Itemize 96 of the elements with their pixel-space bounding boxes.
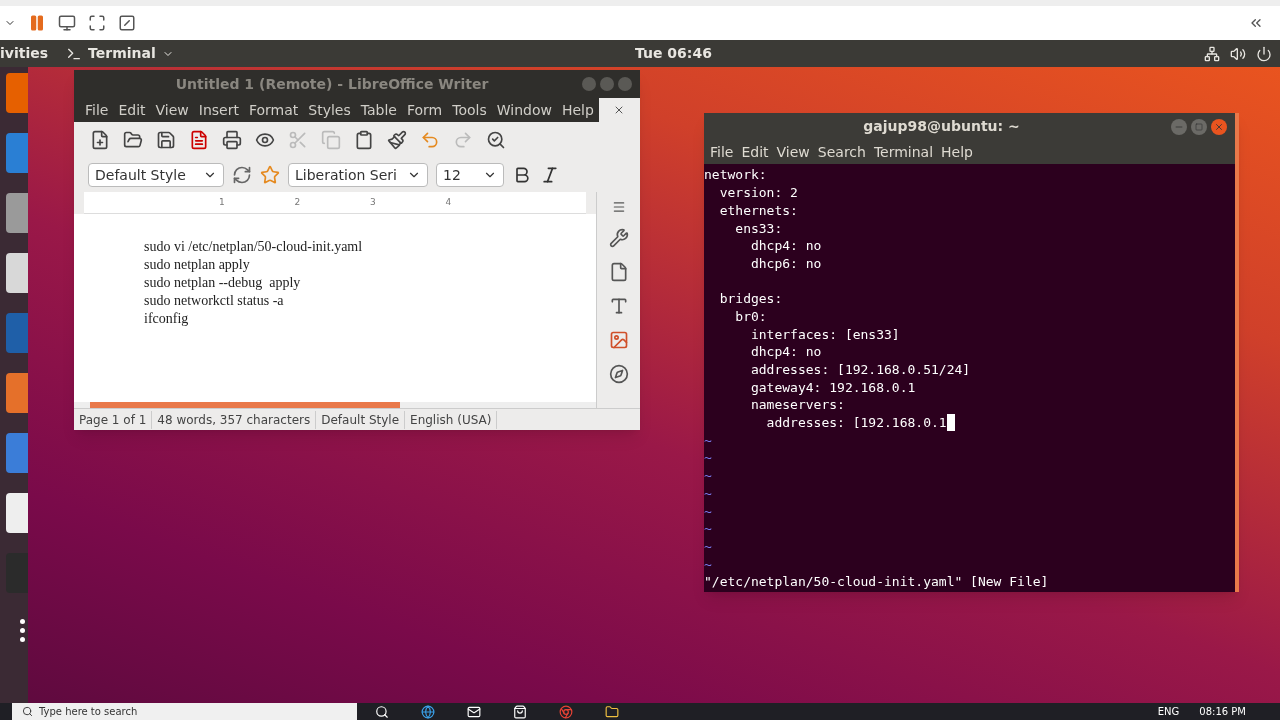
- document-line: sudo networkctl status -a: [144, 292, 285, 310]
- ruler-number: 3: [369, 195, 376, 209]
- app-grid-icon[interactable]: [20, 619, 25, 642]
- terminal-line: ~: [704, 520, 712, 538]
- status-text: 48 words, 357 characters: [152, 410, 317, 429]
- navigator-icon[interactable]: [608, 364, 629, 384]
- terminal-line: dhcp6: no: [749, 254, 822, 273]
- italic-icon[interactable]: [540, 165, 560, 185]
- preview-icon[interactable]: [255, 130, 275, 150]
- window-title: Untitled 1 (Remote) - LibreOffice Writer: [174, 74, 490, 94]
- properties-icon[interactable]: [608, 228, 629, 248]
- send-keys-icon[interactable]: [58, 14, 76, 32]
- menu-item[interactable]: View: [150, 99, 194, 121]
- document-line: sudo netplan --debug apply: [144, 274, 302, 292]
- search-icon: [22, 706, 33, 717]
- volume-icon[interactable]: [1230, 45, 1246, 62]
- terminal-line: ethernets:: [718, 201, 798, 220]
- store-icon[interactable]: [513, 704, 527, 719]
- gallery-icon[interactable]: [608, 330, 629, 350]
- status-line: "/etc/netplan/50-cloud-init.yaml" [New File]: [704, 573, 1050, 592]
- menu-item[interactable]: Search: [813, 142, 870, 164]
- sidebar-menu-icon[interactable]: [611, 200, 626, 214]
- terminal-line: ens33:: [734, 219, 783, 238]
- terminal-line: ~: [704, 555, 712, 574]
- menu-item[interactable]: Tools: [447, 99, 492, 121]
- document-line: ifconfig: [144, 310, 190, 328]
- menu-item[interactable]: Terminal: [869, 142, 938, 164]
- menu-item[interactable]: Edit: [737, 142, 773, 164]
- status-text: English (USA): [405, 410, 498, 429]
- menu-item[interactable]: Styles: [303, 99, 356, 121]
- terminal-line: ~: [704, 449, 712, 468]
- update-style-icon[interactable]: [232, 165, 252, 185]
- document-line: sudo netplan apply: [144, 256, 251, 274]
- chrome-icon[interactable]: [559, 704, 573, 719]
- taskbar-clock: 08:16 PM: [1199, 705, 1246, 719]
- unity-icon[interactable]: [118, 14, 136, 32]
- maximize-icon: [1195, 122, 1203, 131]
- terminal-line: ~: [704, 502, 712, 521]
- paste-icon[interactable]: [354, 130, 374, 150]
- search-icon[interactable]: [375, 704, 389, 719]
- activities-button[interactable]: ivities: [0, 43, 67, 64]
- terminal-line: dhcp4: no: [749, 237, 822, 255]
- printer-icon[interactable]: [222, 130, 242, 150]
- terminal-line: gateway4: 192.168.0.1: [749, 378, 916, 397]
- fullscreen-icon[interactable]: [88, 14, 106, 32]
- menu-item[interactable]: Table: [355, 99, 402, 121]
- open-folder-icon[interactable]: [123, 130, 143, 150]
- app-menu[interactable]: Terminal: [66, 43, 174, 64]
- terminal-line: addresses: [192.168.0.51/24]: [749, 361, 971, 379]
- save-icon[interactable]: [156, 130, 176, 150]
- close-icon: [1214, 121, 1224, 132]
- search-field[interactable]: Type here to search: [12, 703, 357, 720]
- font-size-dropdown[interactable]: 12: [436, 163, 504, 187]
- terminal-line: interfaces: [ens33]: [749, 325, 900, 344]
- close-button[interactable]: [1211, 118, 1227, 135]
- new-document-icon[interactable]: [90, 130, 110, 150]
- scrollbar-thumb[interactable]: [90, 402, 400, 408]
- menu-item[interactable]: Window: [491, 99, 557, 121]
- menu-item[interactable]: View: [772, 142, 814, 164]
- terminal-line: ~: [704, 484, 712, 503]
- ruler-number: 1: [218, 195, 225, 209]
- brush-icon[interactable]: [387, 130, 407, 150]
- spellcheck-icon[interactable]: [486, 130, 506, 150]
- terminal-line: dhcp4: no: [749, 343, 822, 362]
- menu-item[interactable]: File: [80, 99, 114, 121]
- terminal-line: ~: [704, 467, 712, 485]
- terminal-line: nameservers:: [749, 396, 845, 415]
- menu-item[interactable]: Edit: [113, 99, 151, 121]
- font-name-dropdown[interactable]: Liberation Seri: [288, 163, 428, 187]
- clock: Tue 06:46: [635, 44, 712, 63]
- pdf-icon[interactable]: [189, 130, 209, 150]
- menu-item[interactable]: Form: [401, 99, 448, 121]
- terminal-line: ~: [704, 431, 712, 450]
- status-text: Page 1 of 1: [74, 410, 153, 429]
- window-title: gajup98@ubuntu: ~: [862, 117, 1021, 137]
- menu-item[interactable]: Help: [556, 99, 599, 121]
- menu-item[interactable]: Help: [937, 142, 977, 164]
- ruler-number: 2: [294, 195, 301, 209]
- status-text: Default Style: [316, 410, 406, 429]
- network-icon[interactable]: [1204, 45, 1220, 62]
- language-indicator[interactable]: ENG: [1157, 704, 1180, 719]
- menu-item[interactable]: Insert: [193, 99, 244, 121]
- terminal-line: br0:: [734, 308, 767, 326]
- menu-item[interactable]: Format: [243, 99, 304, 121]
- menu-item[interactable]: File: [706, 142, 738, 164]
- pause-icon[interactable]: [28, 14, 46, 32]
- power-icon[interactable]: [1256, 45, 1272, 62]
- terminal-line: version: 2: [718, 184, 798, 202]
- paragraph-style-dropdown[interactable]: Default Style: [88, 163, 224, 187]
- terminal-line: network:: [704, 166, 767, 185]
- document-line: sudo vi /etc/netplan/50-cloud-init.yaml: [144, 238, 364, 256]
- terminal-line: bridges:: [718, 290, 783, 308]
- terminal-line: addresses: [192.168.0.1: [765, 414, 947, 432]
- folder-icon[interactable]: [605, 704, 619, 719]
- ruler-number: 4: [445, 195, 452, 209]
- terminal-line: ~: [704, 537, 712, 556]
